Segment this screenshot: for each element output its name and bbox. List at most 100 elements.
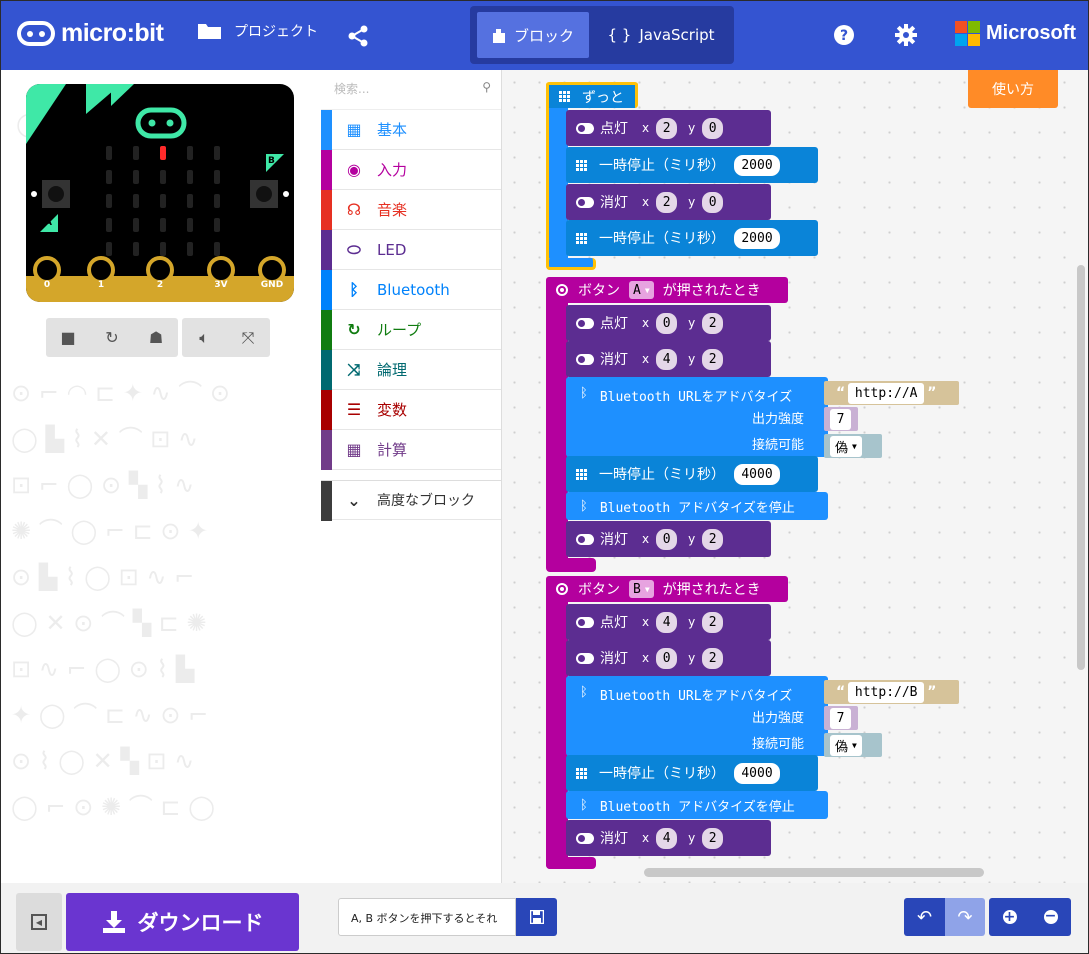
horizontal-scrollbar[interactable] xyxy=(644,868,984,877)
x-value[interactable]: 4 xyxy=(656,611,678,633)
led xyxy=(187,218,193,232)
pause-block[interactable]: 一時停止（ミリ秒） 4000 xyxy=(566,755,818,791)
tutorial-button[interactable]: 使い方 xyxy=(968,70,1058,108)
settings-button[interactable] xyxy=(895,24,917,46)
category-7[interactable]: ☰ 変数 xyxy=(321,390,501,430)
boolean-dropdown[interactable]: 偽 ▼ xyxy=(830,734,862,756)
zoom-in-button[interactable]: + xyxy=(989,898,1030,936)
blocks-mode-button[interactable]: ブロック xyxy=(477,12,589,58)
stop-advertising-block[interactable]: ᛒ Bluetooth アドバタイズを停止 xyxy=(566,492,828,520)
pause-value[interactable]: 2000 xyxy=(734,154,780,176)
button-a-block-body[interactable] xyxy=(546,278,568,570)
y-value[interactable]: 0 xyxy=(702,117,724,139)
block-label: 消灯 xyxy=(600,651,628,667)
on-button-B-block[interactable]: ボタン B ▼ が押されたとき xyxy=(546,576,788,602)
string-block[interactable]: “http://B” xyxy=(824,680,959,704)
microbit-board: A B 0 1 2 3V GND xyxy=(26,84,294,302)
forever-block[interactable]: ずっと xyxy=(546,82,638,108)
vertical-scrollbar[interactable] xyxy=(1077,265,1085,670)
restart-button[interactable]: ↻ xyxy=(90,318,134,357)
x-value[interactable]: 2 xyxy=(656,117,678,139)
button-b-block-body[interactable] xyxy=(546,577,568,869)
x-value[interactable]: 4 xyxy=(656,348,678,370)
fullscreen-button[interactable]: ⤧ xyxy=(226,318,270,357)
mute-button[interactable]: 🔈︎ xyxy=(182,318,226,357)
microbit-logo[interactable]: micro:bit xyxy=(17,19,164,48)
blocks-workspace[interactable]: ずっと 点灯 x 2 y 0 一時停止（ミリ秒） 2000 消灯 x 2 y 0 一時停止（ミリ秒） 200… xyxy=(502,70,1088,883)
y-value[interactable]: 2 xyxy=(702,348,724,370)
x-value[interactable]: 4 xyxy=(656,827,678,849)
y-value[interactable]: 0 xyxy=(702,191,724,213)
led-unplot-block[interactable]: 消灯 x 0 y 2 xyxy=(566,521,771,557)
download-button[interactable]: ダウンロード xyxy=(66,893,299,951)
save-button[interactable] xyxy=(516,898,557,936)
edge-pin[interactable] xyxy=(33,256,61,284)
y-value[interactable]: 2 xyxy=(702,647,724,669)
puzzle-icon xyxy=(492,28,505,43)
power-block[interactable]: 7 xyxy=(824,706,858,730)
category-0[interactable]: ▦ 基本 xyxy=(321,110,501,150)
led-unplot-block[interactable]: 消灯 x 4 y 2 xyxy=(566,820,771,856)
edge-pin[interactable] xyxy=(87,256,115,284)
category-3[interactable]: ⬭ LED xyxy=(321,230,501,270)
category-5[interactable]: ↻ ループ xyxy=(321,310,501,350)
power-value[interactable]: 7 xyxy=(830,408,851,430)
category-6[interactable]: ⤨ 論理 xyxy=(321,350,501,390)
pause-block[interactable]: 一時停止（ミリ秒） 2000 xyxy=(566,220,818,256)
share-button[interactable] xyxy=(347,25,369,47)
y-value[interactable]: 2 xyxy=(702,611,724,633)
project-name-input[interactable]: A, B ボタンを押下するとそれ xyxy=(338,898,516,936)
undo-button[interactable]: ↶ xyxy=(904,898,945,936)
string-block[interactable]: “http://A” xyxy=(824,381,959,405)
x-value[interactable]: 2 xyxy=(656,191,678,213)
x-value[interactable]: 0 xyxy=(656,312,678,334)
stop-advertising-block[interactable]: ᛒ Bluetooth アドバタイズを停止 xyxy=(566,791,828,819)
category-2[interactable]: ☊ 音楽 xyxy=(321,190,501,230)
category-1[interactable]: ◉ 入力 xyxy=(321,150,501,190)
url-value[interactable]: http://A xyxy=(848,382,925,404)
button-dropdown[interactable]: B ▼ xyxy=(629,580,654,598)
pause-block[interactable]: 一時停止（ミリ秒） 2000 xyxy=(566,147,818,183)
pause-value[interactable]: 4000 xyxy=(734,463,780,485)
y-value[interactable]: 2 xyxy=(702,827,724,849)
boolean-block[interactable]: 偽 ▼ xyxy=(824,434,882,458)
y-value[interactable]: 2 xyxy=(702,312,724,334)
led-unplot-block[interactable]: 消灯 x 4 y 2 xyxy=(566,341,771,377)
collapse-simulator-button[interactable]: ◀ xyxy=(16,893,62,951)
led-unplot-block[interactable]: 消灯 x 0 y 2 xyxy=(566,640,771,676)
projects-button[interactable]: プロジェクト xyxy=(197,21,318,41)
on-button-A-block[interactable]: ボタン A ▼ が押されたとき xyxy=(546,277,788,303)
edge-pin[interactable] xyxy=(258,256,286,284)
help-button[interactable]: ? xyxy=(833,24,855,46)
led-plot-block[interactable]: 点灯 x 4 y 2 xyxy=(566,604,771,640)
boolean-dropdown[interactable]: 偽 ▼ xyxy=(830,435,862,457)
category-4[interactable]: ᛒ Bluetooth xyxy=(321,270,501,310)
toolbox-search[interactable]: 検索... ⚲ xyxy=(321,70,501,110)
pause-value[interactable]: 2000 xyxy=(734,227,780,249)
category-8[interactable]: ▦ 計算 xyxy=(321,430,501,470)
zoom-out-button[interactable]: − xyxy=(1030,898,1071,936)
slowmo-button[interactable]: ☗ xyxy=(134,318,178,357)
x-value[interactable]: 0 xyxy=(656,528,678,550)
edge-pin[interactable] xyxy=(207,256,235,284)
pause-block[interactable]: 一時停止（ミリ秒） 4000 xyxy=(566,456,818,492)
pause-value[interactable]: 4000 xyxy=(734,762,780,784)
microsoft-logo[interactable]: Microsoft xyxy=(955,21,1076,46)
button-dropdown[interactable]: A ▼ xyxy=(629,281,654,299)
redo-button[interactable]: ↷ xyxy=(945,898,985,936)
forever-block-body[interactable] xyxy=(546,84,568,270)
y-value[interactable]: 2 xyxy=(702,528,724,550)
edge-pin[interactable] xyxy=(146,256,174,284)
stop-button[interactable]: ■ xyxy=(46,318,90,357)
power-value[interactable]: 7 xyxy=(830,707,851,729)
led-unplot-block[interactable]: 消灯 x 2 y 0 xyxy=(566,184,771,220)
advanced-blocks-toggle[interactable]: ⌄ 高度なブロック xyxy=(321,480,501,521)
javascript-mode-button[interactable]: { } JavaScript xyxy=(595,12,727,58)
x-value[interactable]: 0 xyxy=(656,647,678,669)
boolean-block[interactable]: 偽 ▼ xyxy=(824,733,882,757)
power-block[interactable]: 7 xyxy=(824,407,858,431)
url-value[interactable]: http://B xyxy=(848,681,925,703)
headphones-icon: ☊ xyxy=(346,200,362,219)
led-plot-block[interactable]: 点灯 x 2 y 0 xyxy=(566,110,771,146)
led-plot-block[interactable]: 点灯 x 0 y 2 xyxy=(566,305,771,341)
